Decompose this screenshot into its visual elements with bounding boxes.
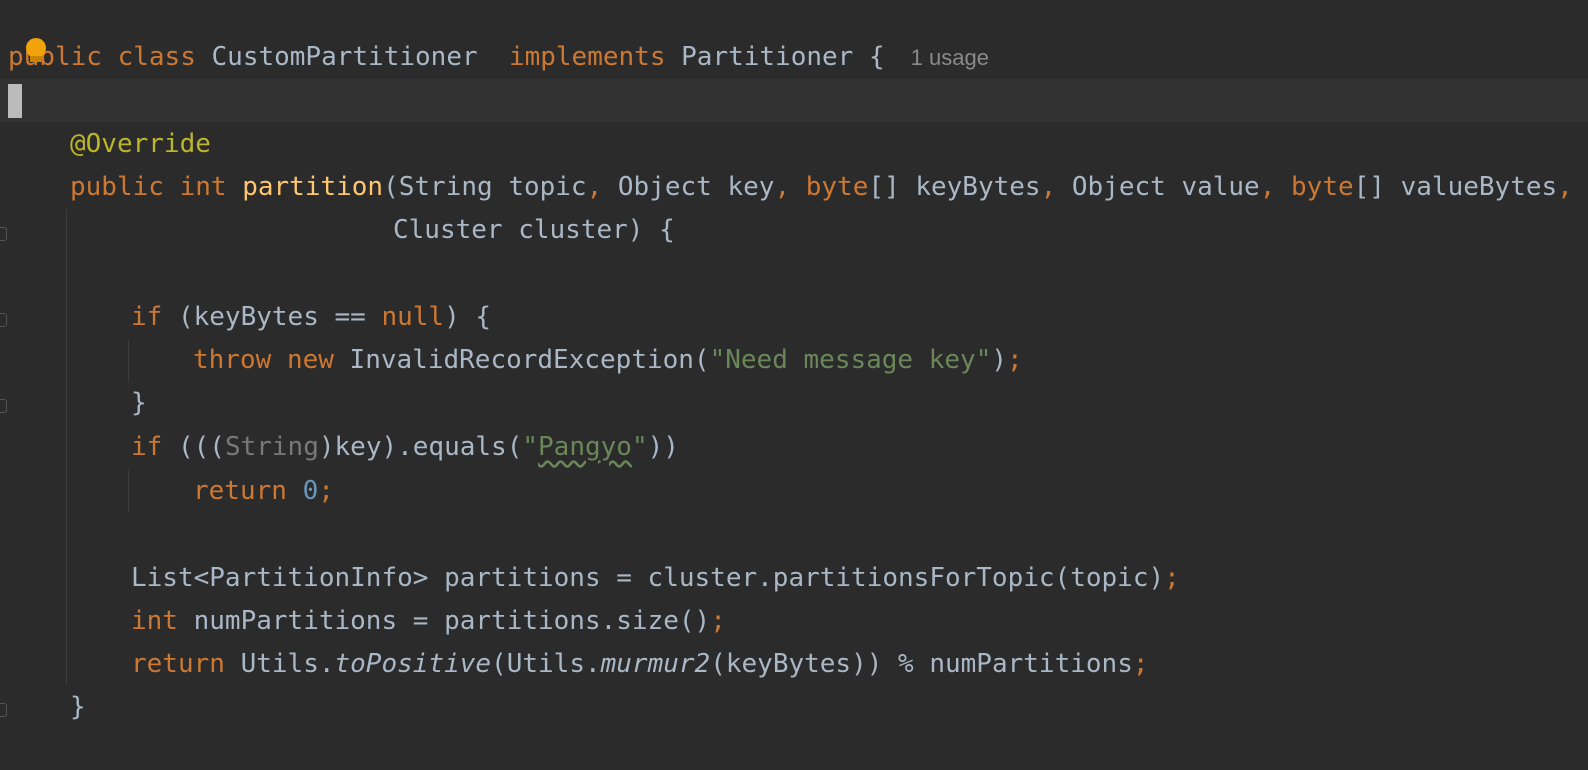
string-quote: ": [631, 432, 648, 462]
code-text: (keyBytes)) % numPartitions: [710, 649, 1133, 679]
param: (String topic: [383, 172, 587, 202]
comma: ,: [586, 172, 603, 202]
comma: ,: [1040, 172, 1057, 202]
code-text: (Utils.: [491, 649, 601, 679]
string-literal: "Need message key": [709, 345, 992, 375]
keyword: new: [286, 345, 334, 375]
code-line-return-hash[interactable]: return Utils.toPositive(Utils.murmur2(ke…: [131, 643, 1588, 686]
code-line-partitions[interactable]: List<PartitionInfo> partitions = cluster…: [131, 557, 1588, 600]
code-text: (((: [162, 432, 225, 462]
keyword: if: [131, 432, 163, 462]
code-text: (keyBytes ==: [162, 302, 382, 332]
keyword: int: [131, 606, 178, 636]
code-line-class-declaration[interactable]: public class CustomPartitioner implement…: [8, 36, 1588, 79]
brace: }: [131, 388, 147, 418]
keyword: throw: [193, 345, 272, 375]
text-caret: [8, 84, 22, 118]
interface-name: Partitioner: [681, 42, 854, 72]
indent-guide: [128, 340, 129, 382]
redundant-cast: String: [224, 432, 319, 462]
code-text: )): [647, 432, 679, 462]
code-line-method-signature[interactable]: public int partition(String topic, Objec…: [70, 166, 1588, 209]
code-text: List<PartitionInfo> partitions = cluster…: [131, 563, 1165, 593]
code-line-return-zero[interactable]: return 0;: [193, 470, 1588, 513]
annotation: @Override: [70, 129, 211, 159]
code-text: Utils.: [224, 649, 335, 679]
keyword: public: [8, 42, 102, 72]
comma: ,: [774, 172, 791, 202]
code-text: )key).equals(: [318, 432, 523, 462]
param: [] keyBytes: [868, 172, 1041, 202]
code-line-method-signature-cont[interactable]: Cluster cluster) {: [393, 209, 1588, 252]
code-line-if-equals[interactable]: if (((String)key).equals("Pangyo")): [131, 426, 1588, 469]
param: Object value: [1056, 172, 1260, 202]
intention-bulb-base: [30, 56, 42, 62]
keyword: implements: [508, 42, 666, 72]
code-line-throw[interactable]: throw new InvalidRecordException("Need m…: [193, 339, 1588, 382]
number-literal: 0: [302, 476, 319, 506]
code-line-close-brace[interactable]: }: [131, 382, 1588, 425]
semicolon: ;: [710, 606, 726, 636]
code-line-method-close[interactable]: }: [70, 686, 1588, 729]
fold-marker-icon[interactable]: [0, 227, 7, 241]
code-text: InvalidRecordException(: [333, 345, 710, 375]
semicolon: ;: [1007, 345, 1023, 375]
comma: ,: [1259, 172, 1276, 202]
param: Cluster cluster) {: [393, 215, 675, 245]
code-text: ): [991, 345, 1008, 375]
method-name: partition: [242, 172, 384, 202]
usage-hint[interactable]: 1 usage: [911, 45, 989, 70]
code-line-num-partitions[interactable]: int numPartitions = partitions.size();: [131, 600, 1588, 643]
string-literal-typo: Pangyo: [538, 432, 632, 462]
class-name: CustomPartitioner: [211, 42, 478, 72]
semicolon: ;: [1132, 649, 1149, 679]
keyword: int: [179, 172, 227, 202]
semicolon: ;: [1164, 563, 1180, 593]
keyword: null: [381, 302, 445, 332]
keyword: byte: [790, 172, 869, 202]
fold-marker-icon[interactable]: [0, 399, 7, 413]
keyword: byte: [1275, 172, 1354, 202]
keyword: public: [70, 172, 164, 202]
comma: ,: [1557, 172, 1573, 202]
keyword: return: [193, 476, 287, 506]
fold-marker-icon[interactable]: [0, 313, 7, 327]
code-text: numPartitions = partitions.size(): [177, 606, 711, 636]
fold-marker-icon[interactable]: [0, 703, 7, 717]
indent-guide: [66, 210, 67, 685]
brace: }: [70, 692, 86, 722]
string-quote: ": [522, 432, 539, 462]
intention-bulb-icon[interactable]: [26, 38, 46, 58]
semicolon: ;: [318, 476, 334, 506]
code-line-annotation[interactable]: @Override: [70, 123, 1588, 166]
current-line-highlight: [0, 79, 1588, 122]
indent-guide: [128, 470, 129, 512]
static-method-call: murmur2: [600, 649, 711, 679]
code-line-if-null[interactable]: if (keyBytes == null) {: [131, 296, 1588, 339]
keyword: return: [131, 649, 225, 679]
keyword: class: [117, 42, 196, 72]
param: Object key: [602, 172, 775, 202]
param: [] valueBytes: [1353, 172, 1558, 202]
static-method-call: toPositive: [334, 649, 492, 679]
code-text: ) {: [444, 302, 492, 332]
keyword: if: [131, 302, 163, 332]
brace: {: [868, 42, 885, 72]
code-editor[interactable]: public class CustomPartitioner implement…: [0, 0, 1588, 770]
